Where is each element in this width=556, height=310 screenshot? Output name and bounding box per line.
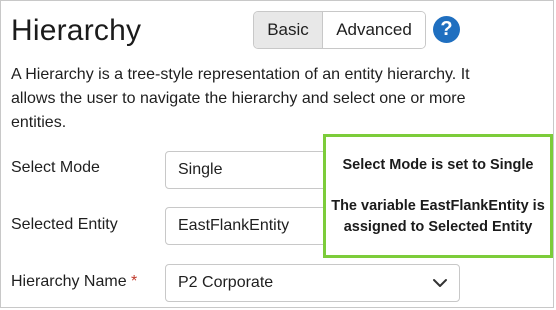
basic-mode-button[interactable]: Basic	[254, 12, 323, 48]
selected-entity-label: Selected Entity	[11, 216, 118, 233]
hierarchy-name-dropdown[interactable]: P2 Corporate	[165, 264, 460, 302]
hierarchy-name-label: Hierarchy Name *	[11, 273, 137, 291]
callout-variable-note: The variable EastFlankEntity is assigned…	[331, 197, 545, 235]
help-icon[interactable]: ?	[433, 16, 460, 43]
hierarchy-name-label-text: Hierarchy Name	[11, 273, 127, 290]
selected-entity-value: EastFlankEntity	[178, 217, 290, 234]
select-mode-label: Select Mode	[11, 159, 100, 176]
annotation-callout: Select Mode is set to Single The variabl…	[323, 134, 553, 258]
callout-select-mode-note: Select Mode is set to Single	[342, 156, 534, 173]
page-title: Hierarchy	[11, 14, 142, 47]
description-text: A Hierarchy is a tree-style representati…	[11, 66, 470, 131]
hierarchy-name-value: P2 Corporate	[178, 274, 274, 291]
advanced-mode-button[interactable]: Advanced	[323, 12, 425, 48]
select-mode-value: Single	[178, 161, 223, 178]
required-marker: *	[131, 273, 138, 290]
chevron-down-icon	[433, 279, 447, 287]
mode-toggle: Basic Advanced	[253, 11, 426, 49]
